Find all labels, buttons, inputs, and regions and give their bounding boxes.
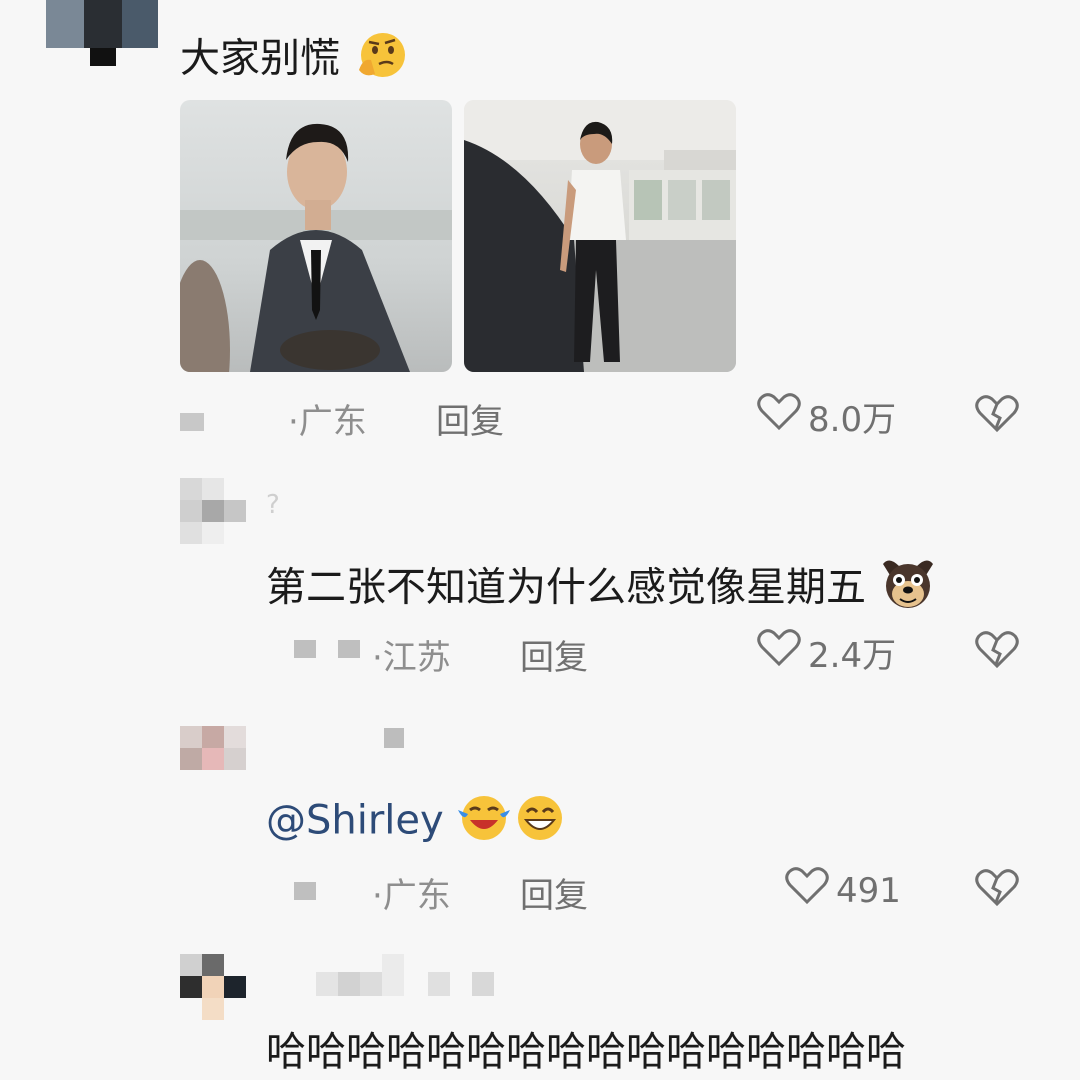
man-in-parking-garage-photo[interactable] bbox=[464, 100, 736, 372]
grinning-face-icon bbox=[512, 792, 568, 853]
avatar[interactable] bbox=[180, 954, 246, 1020]
man-in-suit-photo[interactable] bbox=[180, 100, 452, 372]
like-count: 8.0万 bbox=[808, 400, 897, 440]
like-count: 2.4万 bbox=[808, 636, 897, 676]
heart-icon bbox=[756, 392, 802, 441]
like-button[interactable]: 2.4万 bbox=[756, 628, 896, 677]
dislike-button[interactable] bbox=[974, 868, 1020, 912]
broken-heart-icon bbox=[974, 631, 1020, 674]
heart-icon bbox=[784, 866, 830, 915]
laughing-tears-icon bbox=[456, 792, 512, 853]
mention-link[interactable]: @Shirley bbox=[266, 798, 444, 844]
broken-heart-icon bbox=[974, 869, 1020, 912]
heart-icon bbox=[756, 628, 802, 677]
like-button[interactable]: 491 bbox=[784, 866, 901, 915]
broken-heart-icon bbox=[974, 395, 1020, 438]
dog-face-icon bbox=[879, 556, 937, 623]
location: ·江苏 bbox=[372, 638, 451, 678]
reply-button[interactable]: 回复 bbox=[436, 394, 504, 443]
comment-text: 大家别慌 bbox=[180, 35, 340, 82]
comment-text: 第二张不知道为什么感觉像星期五 bbox=[266, 564, 866, 611]
reply-button[interactable]: 回复 bbox=[520, 868, 588, 917]
avatar-badge: ? bbox=[266, 490, 280, 520]
thinking-face-icon bbox=[353, 30, 411, 91]
like-count: 491 bbox=[836, 870, 901, 911]
avatar[interactable] bbox=[180, 726, 246, 770]
dislike-button[interactable] bbox=[974, 394, 1020, 438]
location: ·广东 bbox=[372, 876, 451, 916]
dislike-button[interactable] bbox=[974, 630, 1020, 674]
location: ·广东 bbox=[288, 402, 367, 442]
like-button[interactable]: 8.0万 bbox=[756, 392, 896, 441]
avatar[interactable] bbox=[180, 478, 246, 544]
comment-text: 哈哈哈哈哈哈哈哈哈哈哈哈哈哈哈哈 bbox=[266, 1029, 906, 1075]
reply-button[interactable]: 回复 bbox=[520, 630, 588, 679]
avatar[interactable] bbox=[46, 0, 158, 66]
